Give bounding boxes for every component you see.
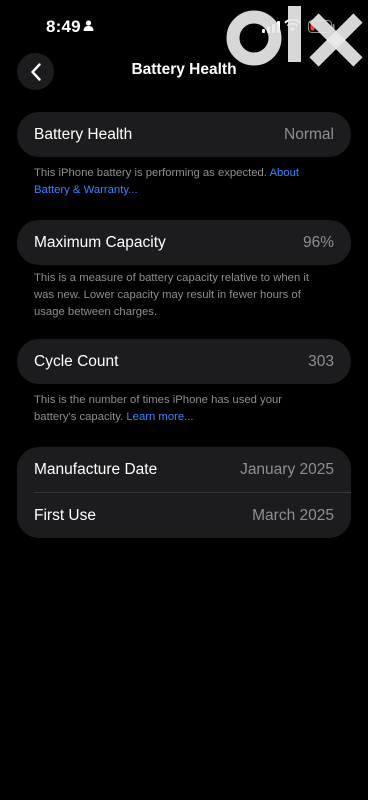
first-use-value: March 2025 xyxy=(252,506,334,524)
battery-health-footnote: This iPhone battery is performing as exp… xyxy=(34,165,324,199)
maximum-capacity-label: Maximum Capacity xyxy=(34,233,166,251)
page-title: Battery Health xyxy=(131,61,237,78)
cycle-count-footnote: This is the number of times iPhone has u… xyxy=(34,392,324,426)
manufacture-date-row: Manufacture Date January 2025 xyxy=(17,447,351,492)
status-time: 8:49 xyxy=(46,17,81,36)
wifi-icon xyxy=(284,19,301,32)
manufacture-date-label: Manufacture Date xyxy=(34,460,158,478)
cycle-count-card: Cycle Count 303 xyxy=(17,339,351,384)
maximum-capacity-card: Maximum Capacity 96% xyxy=(17,220,351,265)
cycle-count-value: 303 xyxy=(308,352,334,370)
battery-health-row: Battery Health Normal xyxy=(17,112,351,157)
maximum-capacity-footnote: This is a measure of battery capacity re… xyxy=(34,272,310,318)
cycle-count-label: Cycle Count xyxy=(34,352,119,370)
cellular-signal-icon xyxy=(262,21,280,33)
first-use-row: First Use March 2025 xyxy=(17,493,351,538)
olx-watermark-logo xyxy=(226,6,363,67)
person-icon xyxy=(83,20,94,31)
first-use-label: First Use xyxy=(34,506,96,524)
battery-health-card: Battery Health Normal xyxy=(17,112,351,157)
learn-more-link[interactable]: Learn more... xyxy=(126,411,193,423)
manufacture-date-value: January 2025 xyxy=(240,460,334,478)
battery-health-value: Normal xyxy=(284,125,334,143)
maximum-capacity-value: 96% xyxy=(302,233,334,251)
cycle-count-row: Cycle Count 303 xyxy=(17,339,351,384)
battery-health-label: Battery Health xyxy=(34,125,133,143)
battery-health-footnote-text: This iPhone battery is performing as exp… xyxy=(34,167,270,179)
dates-card: Manufacture Date January 2025 First Use … xyxy=(17,447,351,538)
status-bar: 8:49 xyxy=(0,0,368,67)
battery-low-icon xyxy=(308,20,335,33)
maximum-capacity-row: Maximum Capacity 96% xyxy=(17,220,351,265)
